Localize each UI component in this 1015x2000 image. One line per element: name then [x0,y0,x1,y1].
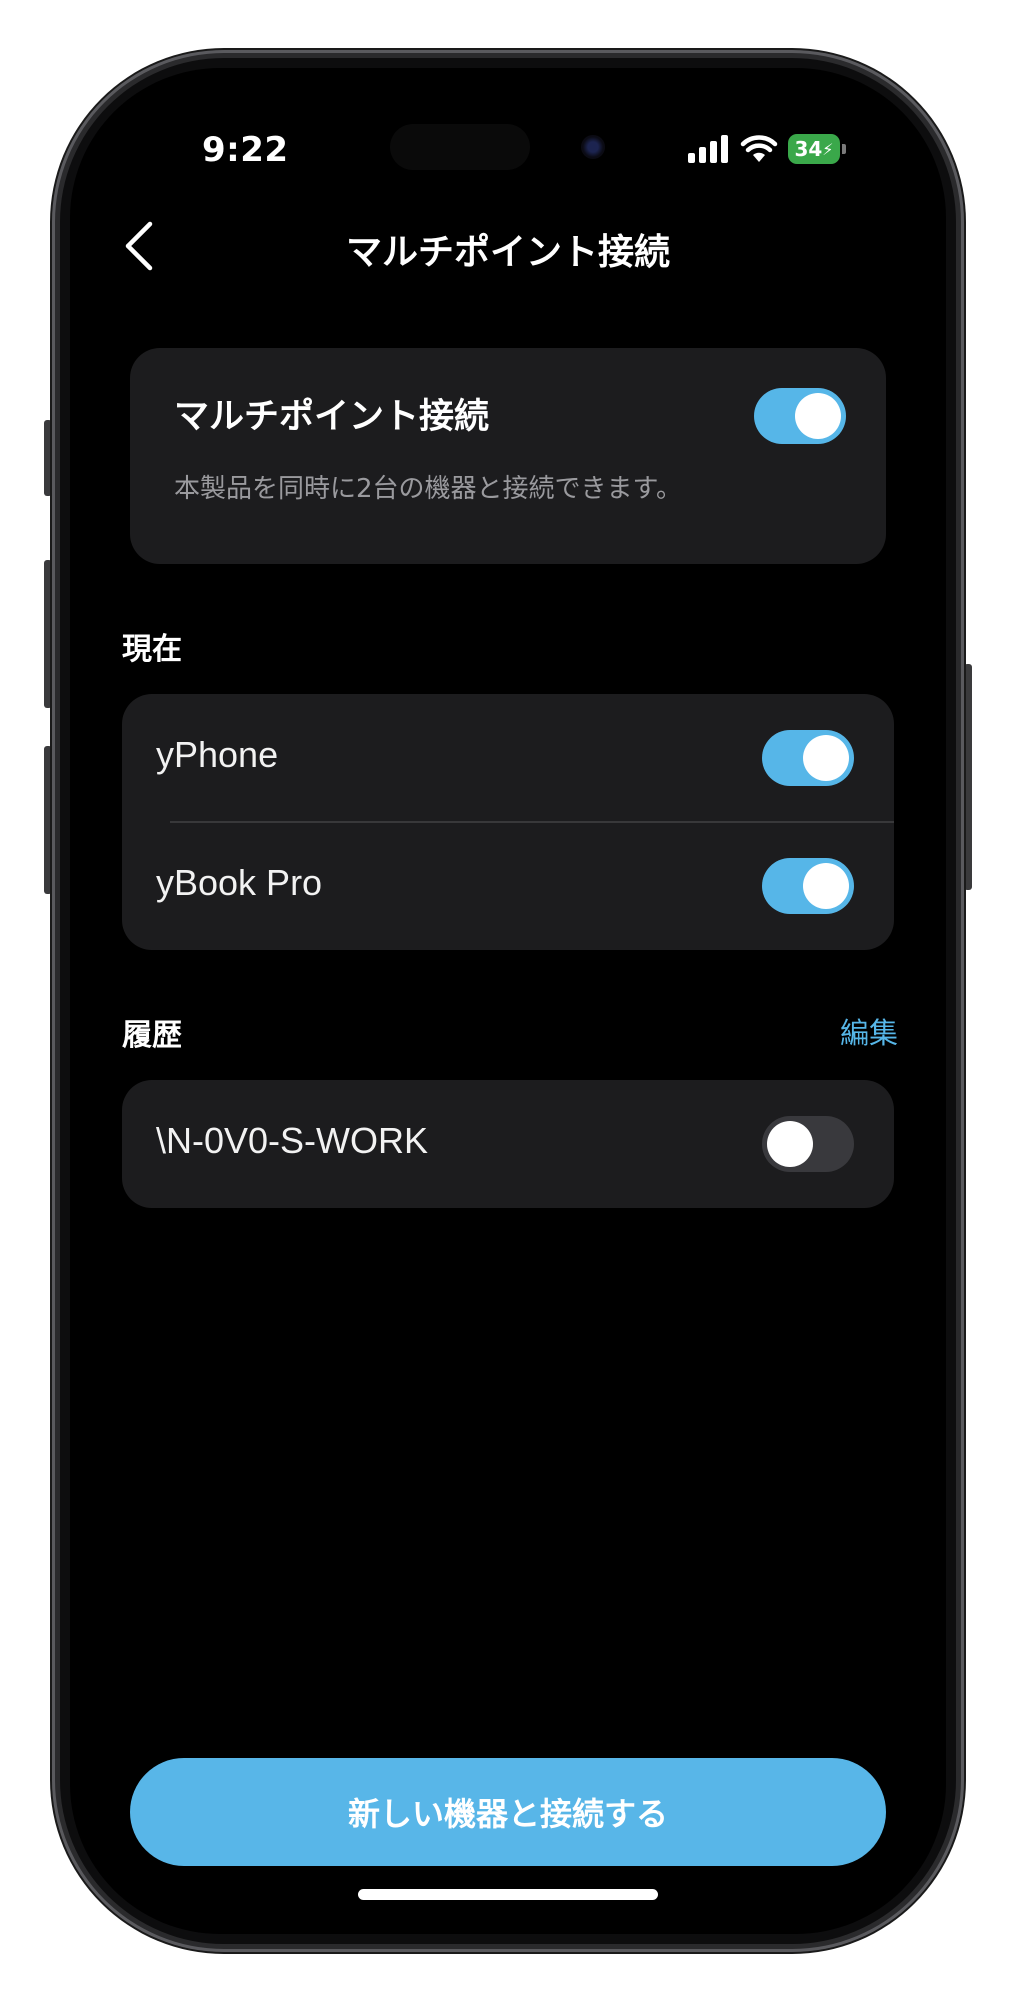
wifi-icon [740,135,778,162]
status-icons: 34 ⚡ [688,134,846,164]
device-toggle-history[interactable] [762,1116,854,1172]
volume-up-button [44,560,52,708]
toggle-knob [803,863,849,909]
dynamic-island [390,124,530,170]
status-time: 9:22 [202,130,289,170]
toggle-knob [767,1121,813,1167]
device-name: \N-0V0-S-WORK [156,1120,429,1161]
multipoint-card: マルチポイント接続 本製品を同時に2台の機器と接続できます。 [130,348,886,564]
multipoint-title: マルチポイント接続 [174,397,490,437]
edit-button[interactable]: 編集 [840,1010,898,1052]
toggle-knob [803,735,849,781]
home-indicator[interactable] [358,1889,658,1900]
device-toggle-ybook-pro[interactable] [762,858,854,914]
section-label-current: 現在 [122,632,182,667]
signal-icon [688,135,728,163]
current-devices-card: yPhone yBook Pro [122,694,894,950]
power-button [964,664,972,890]
volume-down-button [44,746,52,894]
device-name: yBook Pro [156,862,323,903]
list-item[interactable]: \N-0V0-S-WORK [122,1080,894,1208]
section-label-history: 履歴 [122,1018,182,1053]
list-item[interactable]: yPhone [122,694,894,822]
toggle-knob [795,393,841,439]
history-devices-card: \N-0V0-S-WORK [122,1080,894,1208]
phone-screen: 9:22 34 ⚡ マルチポイント接続 マルチポイント接続 本製品を同時に2台の… [70,68,946,1934]
connect-new-device-button[interactable]: 新しい機器と接続する [130,1758,886,1866]
device-toggle-yphone[interactable] [762,730,854,786]
multipoint-description: 本製品を同時に2台の機器と接続できます。 [174,474,682,504]
multipoint-toggle[interactable] [754,388,846,444]
front-camera-icon [581,135,605,159]
battery-level: 34 [794,137,823,161]
list-item[interactable]: yBook Pro [122,822,894,950]
device-name: yPhone [156,734,279,775]
battery-charging-icon: 34 ⚡ [788,134,846,164]
bolt-icon: ⚡ [822,139,834,159]
action-button [44,420,52,496]
page-title: マルチポイント接続 [345,232,670,273]
